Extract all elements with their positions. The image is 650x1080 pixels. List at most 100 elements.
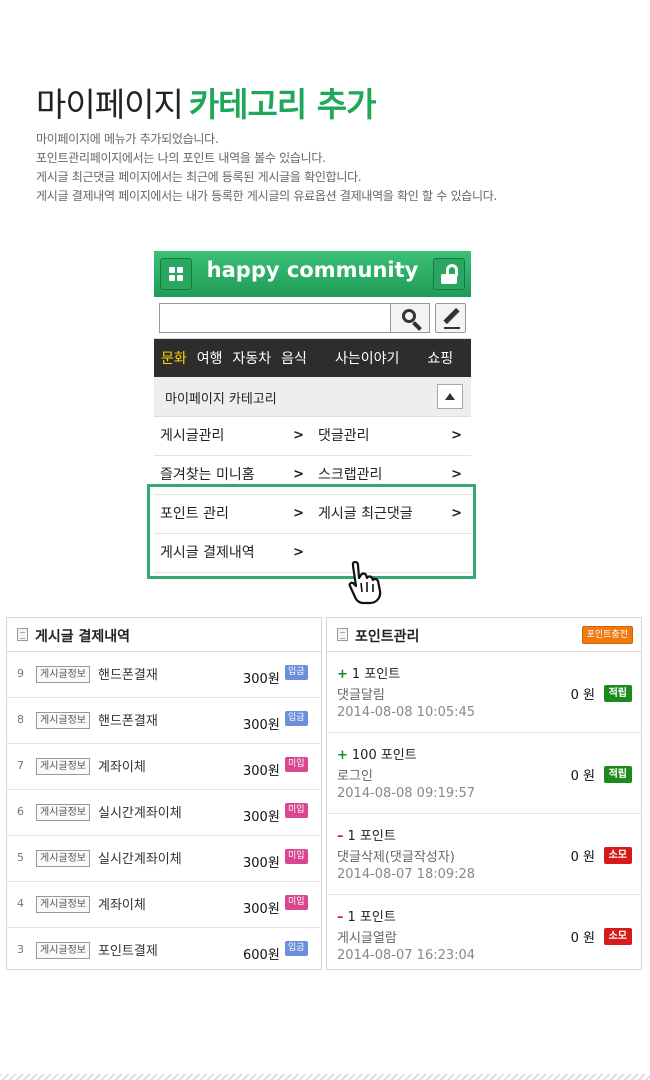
- search-input[interactable]: [159, 303, 391, 333]
- nav-item-life[interactable]: 사는이야기: [328, 348, 402, 368]
- post-info-button[interactable]: 게시글정보: [36, 942, 90, 959]
- status-badge: 입금: [285, 941, 308, 956]
- list-item: +1 포인트 댓글달림 2014-08-08 10:05:45 0 원 적립: [327, 652, 641, 733]
- panel-header: 포인트관리 포인트충전: [327, 618, 641, 652]
- point-value: 1 포인트: [347, 829, 396, 844]
- point-change: –1 포인트: [337, 825, 396, 844]
- nav-item-travel[interactable]: 여행: [190, 348, 226, 368]
- point-change: +100 포인트: [337, 744, 417, 763]
- row-number: 9: [17, 667, 24, 680]
- point-sign: –: [337, 829, 344, 844]
- point-sign: +: [337, 748, 348, 763]
- write-button[interactable]: [435, 303, 466, 333]
- point-charge-button[interactable]: 포인트충전: [581, 626, 633, 644]
- table-row: 5 게시글정보 실시간계좌이체 300원 미입: [7, 836, 321, 882]
- point-value: 1 포인트: [347, 910, 396, 925]
- payment-method: 계좌이체: [98, 760, 146, 775]
- table-row: 4 게시글정보 계좌이체 300원 미입: [7, 882, 321, 928]
- nav-item-car[interactable]: 자동차: [226, 348, 275, 368]
- status-badge: 미입: [285, 849, 308, 864]
- post-info-button[interactable]: 게시글정보: [36, 896, 90, 913]
- list-item: +100 포인트 로그인 2014-08-08 09:19:57 0 원 적립: [327, 733, 641, 814]
- post-info-button[interactable]: 게시글정보: [36, 666, 90, 683]
- nav-item-shopping[interactable]: 쇼핑: [420, 348, 456, 368]
- payment-history-panel: 게시글 결제내역 9 게시글정보 핸드폰결재 300원 입금 8 게시글정보 핸드폰결재 300…: [6, 617, 322, 970]
- post-info-button[interactable]: 게시글정보: [36, 712, 90, 729]
- status-badge: 미입: [285, 803, 308, 818]
- point-reason: 댓글달림: [337, 688, 385, 703]
- collapse-button[interactable]: [437, 384, 463, 409]
- point-change: –1 포인트: [337, 906, 396, 925]
- status-badge: 소모: [603, 928, 632, 945]
- panel-title: 게시글 결제내역: [35, 629, 131, 645]
- point-value: 1 포인트: [351, 667, 401, 682]
- point-amount: 0 원: [570, 931, 595, 946]
- payment-amount: 300원: [243, 856, 280, 871]
- point-date: 2014-08-07 18:09:28: [337, 867, 476, 882]
- mobile-header: happy community: [154, 251, 471, 297]
- row-number: 4: [17, 897, 24, 910]
- point-value: 100 포인트: [351, 748, 417, 763]
- payment-amount: 300원: [243, 718, 280, 733]
- payment-amount: 300원: [243, 672, 280, 687]
- description-line: 포인트관리페이지에서는 나의 포인트 내역을 볼수 있습니다.: [36, 151, 326, 165]
- description-line: 게시글 결제내역 페이지에서는 내가 등록한 게시글의 유료옵션 결제내역을 확…: [36, 189, 498, 203]
- table-row: 7 게시글정보 계좌이체 300원 미입: [7, 744, 321, 790]
- menu-label: 스크랩관리: [318, 467, 383, 483]
- chevron-right-icon: >: [451, 428, 462, 443]
- category-nav: 문화 여행 자동차 음식 사는이야기 쇼핑: [154, 339, 471, 377]
- chevron-right-icon: >: [293, 428, 304, 443]
- menu-item-comment-manage[interactable]: 댓글관리 >: [312, 417, 470, 455]
- search-button[interactable]: [390, 303, 430, 333]
- table-row: 8 게시글정보 핸드폰결재 300원 입금: [7, 698, 321, 744]
- payment-amount: 300원: [243, 902, 280, 917]
- logo[interactable]: happy community: [154, 258, 471, 282]
- page-title-accent: 카테고리 추가: [188, 85, 377, 124]
- menu-row: 게시글관리 > 댓글관리 >: [154, 417, 471, 456]
- point-sign: –: [337, 910, 344, 925]
- point-amount: 0 원: [570, 769, 595, 784]
- status-badge: 적립: [603, 766, 632, 783]
- point-date: 2014-08-08 09:19:57: [337, 786, 476, 801]
- status-badge: 미입: [285, 895, 308, 910]
- point-date: 2014-08-07 16:23:04: [337, 948, 476, 963]
- document-icon: [337, 628, 348, 641]
- table-row: 9 게시글정보 핸드폰결재 300원 입금: [7, 652, 321, 698]
- panel-title: 포인트관리: [355, 629, 420, 645]
- mypage-category-title: 마이페이지 카테고리: [165, 392, 277, 407]
- post-info-button[interactable]: 게시글정보: [36, 850, 90, 867]
- nav-item-food[interactable]: 음식: [274, 348, 310, 368]
- point-sign: +: [337, 667, 348, 682]
- payment-method: 포인트결제: [98, 944, 158, 959]
- menu-label: 게시글관리: [160, 428, 225, 444]
- menu-item-post-manage[interactable]: 게시글관리 >: [154, 417, 312, 455]
- login-button[interactable]: [433, 258, 465, 290]
- point-date: 2014-08-08 10:05:45: [337, 705, 476, 720]
- row-number: 5: [17, 851, 24, 864]
- new-menu-highlight: [147, 484, 476, 579]
- nav-item-culture[interactable]: 문화: [154, 348, 190, 368]
- payment-amount: 300원: [243, 810, 280, 825]
- menu-label: 댓글관리: [318, 428, 370, 444]
- panel-header: 게시글 결제내역: [7, 618, 321, 652]
- document-icon: [17, 628, 28, 641]
- status-badge: 적립: [603, 685, 632, 702]
- point-change: +1 포인트: [337, 663, 400, 682]
- footer-divider: [0, 1074, 650, 1080]
- post-info-button[interactable]: 게시글정보: [36, 804, 90, 821]
- status-badge: 미입: [285, 757, 308, 772]
- description-line: 게시글 최근댓글 페이지에서는 최근에 등록된 게시글을 확인합니다.: [36, 170, 362, 184]
- list-item: –1 포인트 댓글삭제(댓글작성자) 2014-08-07 18:09:28 0 원 소…: [327, 814, 641, 895]
- point-reason: 댓글삭제(댓글작성자): [337, 850, 455, 865]
- payment-method: 핸드폰결재: [98, 668, 158, 683]
- payment-list: 9 게시글정보 핸드폰결재 300원 입금 8 게시글정보 핸드폰결재 300원 입금 7 게시글정보…: [7, 652, 321, 974]
- list-item: –1 포인트 게시글열람 2014-08-07 16:23:04 0 원 소모: [327, 895, 641, 976]
- post-info-button[interactable]: 게시글정보: [36, 758, 90, 775]
- point-manage-panel: 포인트관리 포인트충전 +1 포인트 댓글달림 2014-08-08 10:05:4…: [326, 617, 642, 970]
- payment-method: 핸드폰결재: [98, 714, 158, 729]
- description: 마이페이지에 메뉴가 추가되었습니다. 포인트관리페이지에서는 나의 포인트 내…: [36, 130, 497, 206]
- payment-amount: 300원: [243, 764, 280, 779]
- page-title-main: 마이페이지: [36, 85, 184, 124]
- status-badge: 입금: [285, 711, 308, 726]
- payment-method: 실시간계좌이체: [98, 852, 182, 867]
